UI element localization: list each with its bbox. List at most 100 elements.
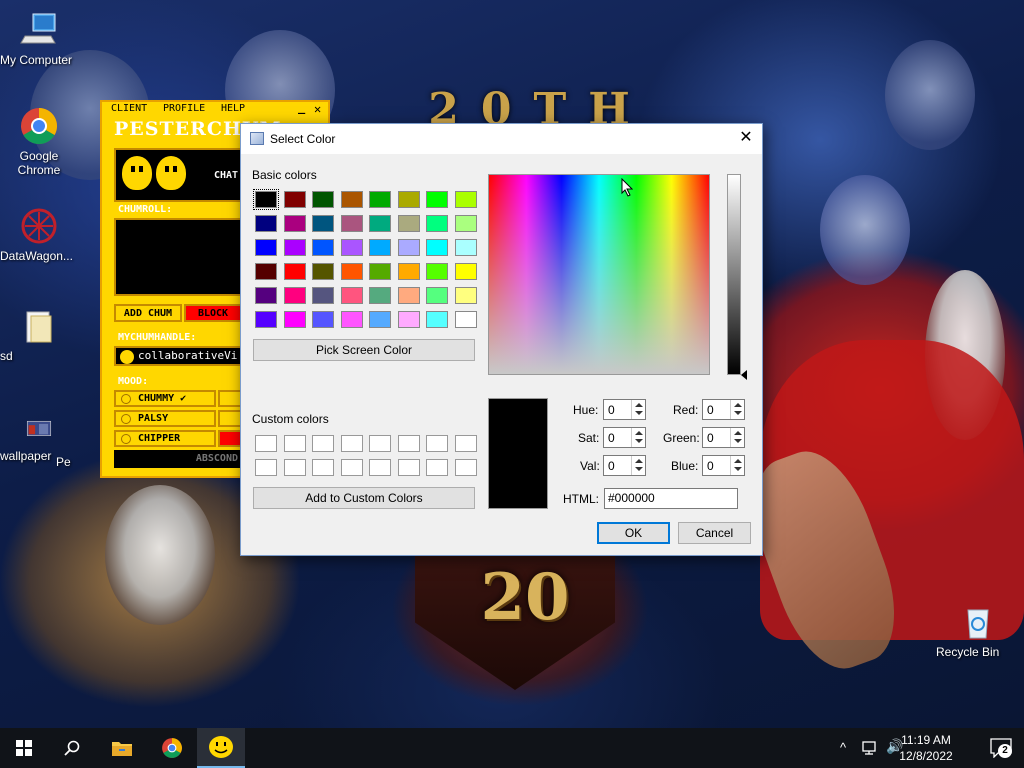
basic-color-swatch[interactable] (426, 287, 448, 304)
sat-spinbox[interactable]: 0 (603, 427, 646, 448)
basic-color-swatch[interactable] (255, 287, 277, 304)
custom-color-swatch[interactable] (340, 459, 363, 476)
basic-color-swatch[interactable] (283, 215, 306, 232)
network-icon[interactable] (862, 741, 880, 755)
spin-arrows[interactable] (730, 428, 744, 447)
basic-color-swatch[interactable] (397, 239, 420, 256)
luminance-slider[interactable] (727, 174, 741, 375)
basic-color-swatch[interactable] (283, 311, 306, 328)
basic-color-swatch[interactable] (255, 311, 277, 328)
start-button[interactable] (0, 728, 48, 768)
basic-color-swatch[interactable] (369, 311, 391, 328)
basic-color-swatch[interactable] (312, 215, 334, 232)
basic-color-swatch[interactable] (454, 263, 477, 280)
custom-color-swatch[interactable] (426, 459, 448, 476)
basic-color-swatch[interactable] (340, 239, 363, 256)
basic-color-swatch[interactable] (340, 215, 363, 232)
custom-color-swatch[interactable] (397, 435, 420, 452)
spin-arrows[interactable] (631, 400, 645, 419)
spin-down-icon[interactable] (635, 467, 643, 471)
chat-label[interactable]: CHAT (214, 170, 238, 181)
custom-color-swatch[interactable] (454, 459, 477, 476)
basic-color-swatch[interactable] (369, 263, 391, 280)
basic-color-swatch[interactable] (312, 191, 334, 208)
custom-color-swatch[interactable] (369, 459, 391, 476)
basic-color-swatch[interactable] (312, 239, 334, 256)
luminance-arrow-icon[interactable] (741, 370, 747, 380)
wallpaper-file-icon[interactable]: wallpaper (0, 420, 78, 463)
basic-color-swatch[interactable] (312, 263, 334, 280)
ok-button[interactable]: OK (597, 522, 670, 544)
basic-color-swatch[interactable] (397, 263, 420, 280)
abscond-button[interactable]: ABSCOND (114, 450, 242, 468)
basic-color-swatch[interactable] (369, 191, 391, 208)
basic-color-swatch[interactable] (397, 287, 420, 304)
basic-color-swatch[interactable] (454, 287, 477, 304)
color-spectrum[interactable] (488, 174, 710, 375)
basic-color-swatch[interactable] (340, 191, 363, 208)
show-hidden-icons-icon[interactable]: ^ (840, 740, 846, 755)
custom-color-swatch[interactable] (397, 459, 420, 476)
custom-color-swatch[interactable] (255, 459, 277, 476)
sd-folder-icon[interactable]: sd (0, 306, 78, 363)
spin-down-icon[interactable] (734, 439, 742, 443)
basic-color-swatch[interactable] (426, 191, 448, 208)
basic-color-swatch[interactable] (369, 215, 391, 232)
basic-color-swatch[interactable] (397, 311, 420, 328)
basic-color-swatch[interactable] (283, 191, 306, 208)
basic-color-swatch[interactable] (454, 215, 477, 232)
spin-down-icon[interactable] (635, 439, 643, 443)
spin-up-icon[interactable] (635, 431, 643, 435)
add-custom-colors-button[interactable]: Add to Custom Colors (253, 487, 475, 509)
custom-color-swatch[interactable] (312, 435, 334, 452)
spin-arrows[interactable] (631, 428, 645, 447)
custom-color-swatch[interactable] (283, 435, 306, 452)
red-spinbox[interactable]: 0 (702, 399, 745, 420)
spin-down-icon[interactable] (635, 411, 643, 415)
menu-profile[interactable]: PROFILE (163, 103, 205, 114)
spin-up-icon[interactable] (635, 403, 643, 407)
minimize-button[interactable]: _ (298, 100, 305, 114)
spin-down-icon[interactable] (734, 467, 742, 471)
chumroll-list[interactable] (114, 218, 242, 296)
basic-color-swatch[interactable] (283, 263, 306, 280)
custom-color-swatch[interactable] (312, 459, 334, 476)
basic-color-swatch[interactable] (340, 263, 363, 280)
blue-spinbox[interactable]: 0 (702, 455, 745, 476)
basic-color-swatch[interactable] (369, 287, 391, 304)
green-spinbox[interactable]: 0 (702, 427, 745, 448)
spin-up-icon[interactable] (635, 459, 643, 463)
spin-down-icon[interactable] (734, 411, 742, 415)
spin-up-icon[interactable] (734, 403, 742, 407)
mood-button[interactable] (218, 410, 242, 427)
custom-color-swatch[interactable] (283, 459, 306, 476)
custom-color-swatch[interactable] (340, 435, 363, 452)
menu-client[interactable]: CLIENT (111, 103, 147, 114)
basic-color-swatch[interactable] (426, 215, 448, 232)
basic-color-swatch[interactable] (426, 239, 448, 256)
basic-color-swatch[interactable] (426, 263, 448, 280)
basic-color-swatch[interactable] (454, 311, 477, 328)
basic-color-swatch[interactable] (255, 239, 277, 256)
cancel-button[interactable]: Cancel (678, 522, 751, 544)
mood-palsy-button[interactable]: PALSY (114, 410, 216, 427)
basic-color-swatch[interactable] (283, 239, 306, 256)
spin-arrows[interactable] (631, 456, 645, 475)
dialog-titlebar[interactable]: Select Color ✕ (241, 124, 762, 154)
basic-color-swatch[interactable] (426, 311, 448, 328)
basic-color-swatch[interactable] (340, 287, 363, 304)
recycle-bin-icon[interactable]: Recycle Bin (936, 602, 1020, 659)
custom-color-swatch[interactable] (426, 435, 448, 452)
spin-arrows[interactable] (730, 400, 744, 419)
basic-color-swatch[interactable] (255, 215, 277, 232)
basic-color-swatch[interactable] (255, 263, 277, 280)
add-chum-button[interactable]: ADD CHUM (114, 304, 182, 322)
basic-color-swatch[interactable] (312, 287, 334, 304)
google-chrome-icon[interactable]: Google Chrome (0, 106, 78, 177)
basic-color-swatch[interactable] (397, 215, 420, 232)
close-button[interactable]: ✕ (314, 102, 321, 116)
mood-chipper-button[interactable]: CHIPPER (114, 430, 216, 447)
basic-color-swatch[interactable] (340, 311, 363, 328)
val-spinbox[interactable]: 0 (603, 455, 646, 476)
hue-spinbox[interactable]: 0 (603, 399, 646, 420)
